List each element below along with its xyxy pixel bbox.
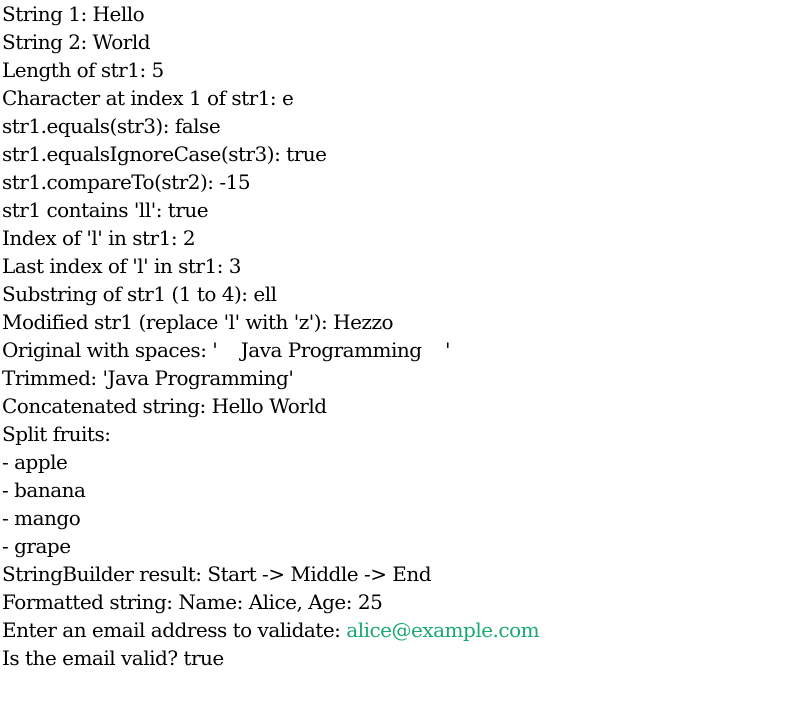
validation-result: Is the email valid? true [2,646,224,670]
output-line: Substring of str1 (1 to 4): ell [2,282,277,306]
output-line: StringBuilder result: Start -> Middle ->… [2,562,432,586]
output-line: - banana [2,478,86,502]
output-line: - apple [2,450,68,474]
output-line: String 1: Hello [2,2,145,26]
output-line: Trimmed: 'Java Programming' [2,366,294,390]
email-input-value[interactable]: alice@example.com [346,618,539,642]
output-line: Modified str1 (replace 'l' with 'z'): He… [2,310,394,334]
output-line: String 2: World [2,30,151,54]
output-line: Formatted string: Name: Alice, Age: 25 [2,590,383,614]
output-line: str1.equalsIgnoreCase(str3): true [2,142,327,166]
output-line: Split fruits: [2,422,111,446]
output-line: str1 contains 'll': true [2,198,209,222]
email-prompt-line: Enter an email address to validate: alic… [2,616,786,644]
email-prompt-text: Enter an email address to validate: [2,618,347,642]
output-line: Length of str1: 5 [2,58,164,82]
output-line: str1.compareTo(str2): -15 [2,170,251,194]
console-output: String 1: Hello String 2: World Length o… [2,0,786,672]
output-line: - mango [2,506,81,530]
output-line: str1.equals(str3): false [2,114,221,138]
output-line: Character at index 1 of str1: e [2,86,294,110]
output-line: - grape [2,534,71,558]
output-line: Concatenated string: Hello World [2,394,327,418]
output-line: Last index of 'l' in str1: 3 [2,254,242,278]
output-line: Index of 'l' in str1: 2 [2,226,196,250]
output-line: Original with spaces: ' Java Programming… [2,338,451,362]
